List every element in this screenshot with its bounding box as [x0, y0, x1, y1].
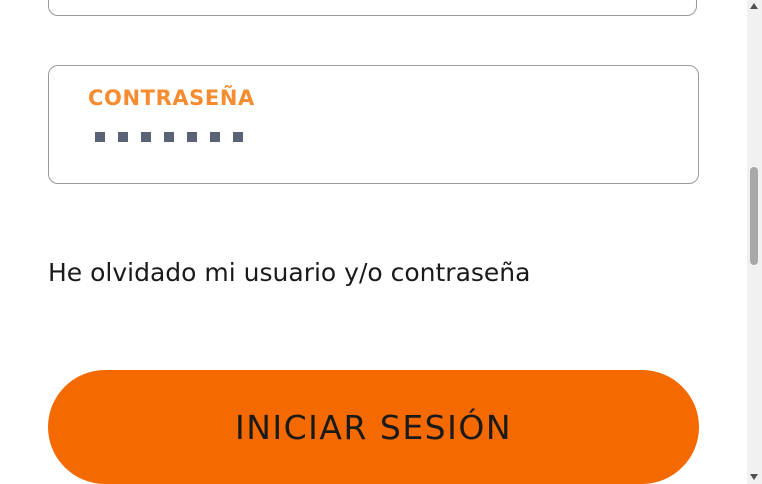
password-field[interactable]: CONTRASEÑA: [48, 65, 699, 184]
login-form-viewport: CONTRASEÑA He olvidado mi usuario y/o co…: [0, 0, 762, 484]
password-mask-dot: [187, 132, 197, 142]
login-submit-button[interactable]: INICIAR SESIÓN: [48, 370, 699, 484]
password-mask-dot: [95, 132, 105, 142]
scroll-up-arrow-icon[interactable]: [750, 3, 758, 9]
password-mask-dot: [210, 132, 220, 142]
password-label: CONTRASEÑA: [88, 86, 255, 110]
password-mask-dot: [118, 132, 128, 142]
username-field[interactable]: [48, 0, 697, 16]
scroll-down-arrow-icon[interactable]: [750, 474, 758, 480]
vertical-scrollbar[interactable]: [747, 0, 762, 484]
password-masked-value[interactable]: [95, 132, 243, 142]
password-mask-dot: [141, 132, 151, 142]
scroll-thumb[interactable]: [750, 167, 758, 265]
forgot-credentials-link[interactable]: He olvidado mi usuario y/o contraseña: [48, 258, 530, 287]
password-mask-dot: [164, 132, 174, 142]
password-mask-dot: [233, 132, 243, 142]
